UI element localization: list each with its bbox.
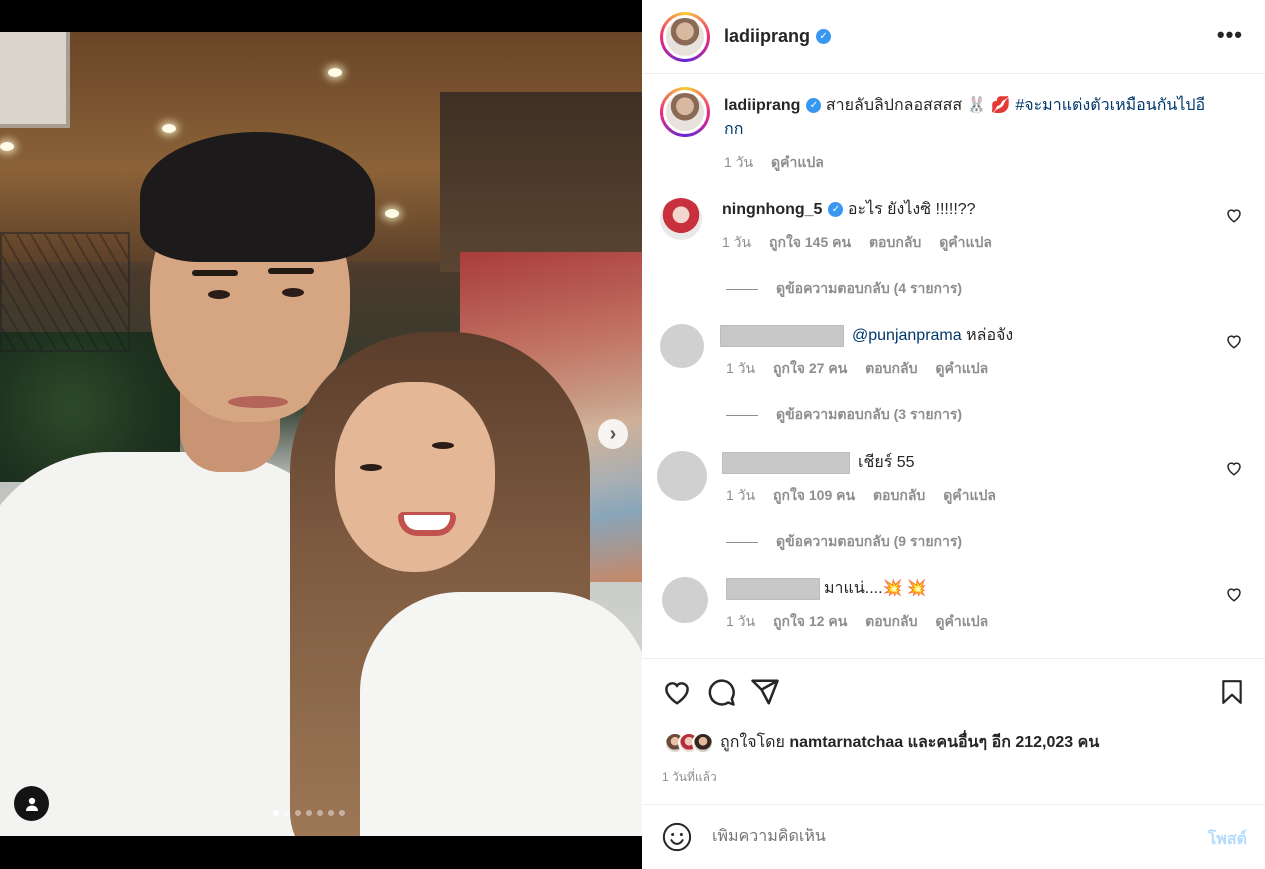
user-icon xyxy=(25,797,38,811)
comment-likes[interactable]: ถูกใจ 12 คน xyxy=(773,613,847,629)
carousel-next-button[interactable]: › xyxy=(598,419,628,449)
chevron-right-icon: › xyxy=(609,422,617,445)
author-avatar[interactable] xyxy=(660,11,710,62)
comment-reply-button[interactable]: ตอบกลับ xyxy=(869,234,921,250)
liker-avatar[interactable] xyxy=(692,731,714,754)
comment-reply-button[interactable]: ตอบกลับ xyxy=(873,487,925,503)
verified-icon: ✓ xyxy=(806,98,822,114)
likes-summary: ถูกใจโดย namtarnatchaa และคนอื่นๆ อีก 21… xyxy=(664,730,1099,755)
caption-text: สายลับลิปกลอสสสส 🐰 💋 xyxy=(825,97,1011,114)
more-options-icon[interactable]: ••• xyxy=(1217,22,1243,48)
comment-mention[interactable]: @punjanprama xyxy=(852,327,962,344)
liked-by-user[interactable]: namtarnatchaa xyxy=(789,734,903,751)
like-comment-icon[interactable] xyxy=(1225,206,1243,224)
post-side-panel: ladiiprang ✓ ••• ladiiprang ✓ สายลับลิปกล… xyxy=(642,0,1265,869)
post-comment-button[interactable]: โพสต์ xyxy=(1208,827,1247,852)
commenter-avatar[interactable] xyxy=(660,198,702,240)
view-replies-button[interactable]: ดูข้อความตอบกลับ (3 รายการ) xyxy=(726,404,962,426)
verified-icon: ✓ xyxy=(828,202,844,218)
carousel-dot xyxy=(339,810,345,816)
view-replies-button[interactable]: ดูข้อความตอบกลับ (9 รายการ) xyxy=(726,531,962,553)
redacted-username xyxy=(726,577,820,600)
post-photo xyxy=(0,32,642,836)
commenter-username[interactable]: ningnhong_5 xyxy=(722,201,822,218)
view-replies-button[interactable]: ดูข้อความตอบกลับ (4 รายการ) xyxy=(726,278,962,300)
carousel-dot xyxy=(284,810,290,816)
comment-time[interactable]: 1 วัน xyxy=(726,613,755,629)
comment-time[interactable]: 1 วัน xyxy=(722,234,751,250)
commenter-avatar[interactable] xyxy=(662,577,708,623)
caption-username[interactable]: ladiiprang xyxy=(724,97,800,114)
carousel-dot xyxy=(273,810,279,816)
emoji-icon[interactable] xyxy=(662,822,692,852)
comment-translate[interactable]: ดูคำแปล xyxy=(935,613,988,629)
divider xyxy=(726,541,758,543)
divider xyxy=(726,288,758,290)
redacted-username xyxy=(722,451,850,474)
carousel-dots xyxy=(273,810,345,816)
comment-time[interactable]: 1 วัน xyxy=(726,360,755,376)
author-username[interactable]: ladiiprang xyxy=(724,26,810,47)
likes-count[interactable]: และคนอื่นๆ อีก 212,023 คน xyxy=(908,734,1100,751)
comment-reply-button[interactable]: ตอบกลับ xyxy=(865,360,917,376)
comment-time[interactable]: 1 วัน xyxy=(726,487,755,503)
post-media: › xyxy=(0,0,642,869)
post-time[interactable]: 1 วันที่แล้ว xyxy=(662,768,717,787)
carousel-dot xyxy=(306,810,312,816)
share-icon[interactable] xyxy=(750,677,780,707)
like-comment-icon[interactable] xyxy=(1225,585,1243,603)
post-dialog: › ladiiprang ✓ ••• ladiiprang ✓ สายลับลิป… xyxy=(0,0,1265,869)
post-header: ladiiprang ✓ ••• xyxy=(642,0,1265,74)
post-caption: ladiiprang ✓ สายลับลิปกลอสสสส 🐰 💋 #จะมาแต… xyxy=(660,87,1250,174)
add-comment-bar: โพสต์ xyxy=(642,804,1265,869)
comment-translate[interactable]: ดูคำแปล xyxy=(943,487,996,503)
comment-icon[interactable] xyxy=(706,677,736,707)
like-comment-icon[interactable] xyxy=(1225,459,1243,477)
like-icon[interactable] xyxy=(662,677,692,707)
comment-translate[interactable]: ดูคำแปล xyxy=(935,360,988,376)
commenter-avatar[interactable] xyxy=(657,451,707,501)
comment-text: หล่อจัง xyxy=(966,327,1014,344)
tagged-users-button[interactable] xyxy=(14,786,49,821)
commenter-avatar[interactable] xyxy=(660,324,704,368)
comment-likes[interactable]: ถูกใจ 109 คน xyxy=(773,487,855,503)
carousel-dot xyxy=(295,810,301,816)
caption-translate[interactable]: ดูคำแปล xyxy=(771,154,824,170)
bookmark-icon[interactable] xyxy=(1219,677,1245,707)
comment-text: มาแน่....💥 💥 xyxy=(824,580,927,597)
comment-input[interactable] xyxy=(712,828,1172,846)
comment-likes[interactable]: ถูกใจ 145 คน xyxy=(769,234,851,250)
redacted-username xyxy=(720,324,844,347)
verified-icon: ✓ xyxy=(816,29,832,44)
comment-text: เชียร์ 55 xyxy=(858,454,915,471)
comment-text: อะไร ยังไงซิ !!!!!?? xyxy=(847,201,976,218)
caption-avatar[interactable] xyxy=(660,87,710,137)
comment-translate[interactable]: ดูคำแปล xyxy=(939,234,992,250)
comment-reply-button[interactable]: ตอบกลับ xyxy=(865,613,917,629)
carousel-dot xyxy=(328,810,334,816)
divider xyxy=(726,414,758,416)
caption-time[interactable]: 1 วัน xyxy=(724,154,753,170)
comment-likes[interactable]: ถูกใจ 27 คน xyxy=(773,360,847,376)
post-actions: ถูกใจโดย namtarnatchaa และคนอื่นๆ อีก 21… xyxy=(642,658,1265,804)
carousel-dot xyxy=(317,810,323,816)
like-comment-icon[interactable] xyxy=(1225,332,1243,350)
